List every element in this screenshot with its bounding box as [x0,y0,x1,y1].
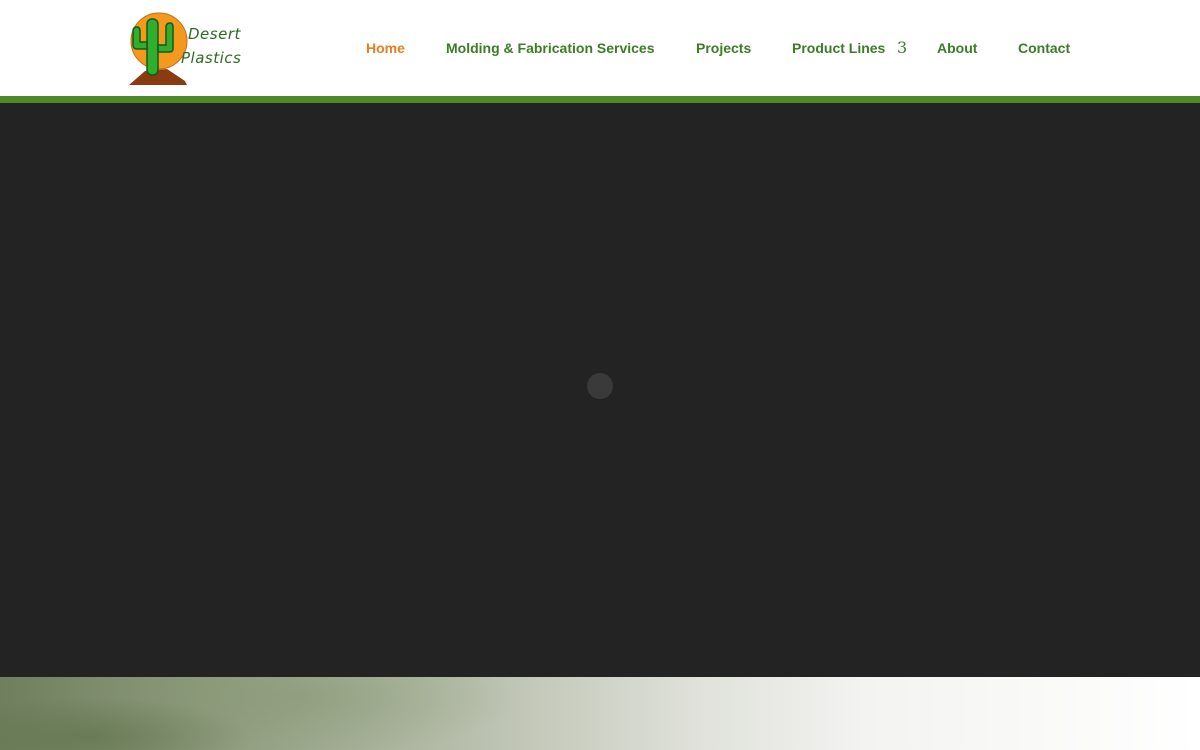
nav-item-about[interactable]: About [937,38,977,58]
header-accent-bar [0,96,1200,103]
nav-item-projects[interactable]: Projects [696,38,751,58]
background-photo-section [0,677,1200,750]
site-header: Desert Plastics Home Molding & Fabricati… [0,0,1200,96]
nav-item-molding-fabrication[interactable]: Molding & Fabrication Services [446,38,655,58]
nav-item-contact[interactable]: Contact [1018,38,1070,58]
loading-spinner-icon [587,373,613,399]
nav-item-home[interactable]: Home [366,38,405,58]
nav-item-product-lines[interactable]: Product Lines [792,38,885,58]
main-nav: Home Molding & Fabrication Services Proj… [0,38,1200,58]
chevron-down-icon[interactable]: 3 [897,38,907,58]
